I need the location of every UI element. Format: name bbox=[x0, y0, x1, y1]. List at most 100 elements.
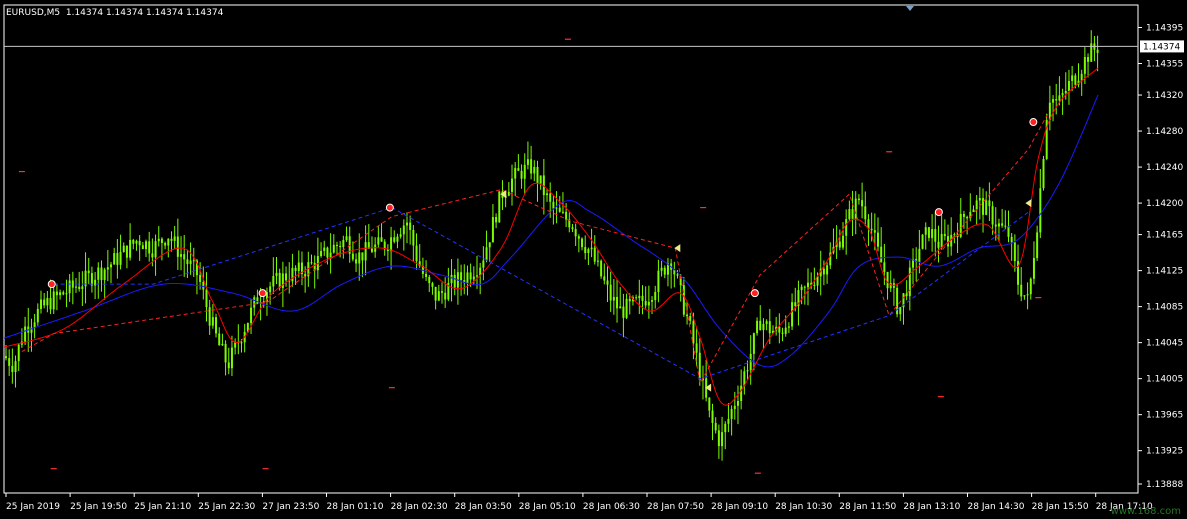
candle-body bbox=[845, 219, 848, 236]
candle-body bbox=[781, 332, 784, 334]
candle-body bbox=[339, 245, 342, 248]
candle-body bbox=[966, 216, 969, 219]
candle-body bbox=[982, 198, 985, 215]
candle-body bbox=[431, 283, 434, 287]
candle-body bbox=[469, 272, 472, 280]
candle-body bbox=[813, 284, 816, 286]
candle-body bbox=[994, 224, 997, 227]
candle-body bbox=[708, 397, 711, 411]
candle-body bbox=[660, 267, 663, 271]
candle-body bbox=[291, 267, 294, 282]
candle-body bbox=[250, 307, 253, 324]
x-tick-label: 25 Jan 2019 bbox=[6, 502, 60, 512]
candle-body bbox=[405, 222, 408, 226]
candle-body bbox=[396, 236, 399, 242]
candlestick-chart[interactable]: 1.14395 1.14355 1.14320 1.14280 1.14240 1.142… bbox=[0, 0, 1187, 519]
candle-body bbox=[167, 238, 170, 246]
candle-body bbox=[332, 244, 335, 253]
candle-body bbox=[514, 168, 517, 179]
candle-body bbox=[36, 308, 39, 323]
candle-body bbox=[619, 306, 622, 309]
candle-body bbox=[55, 291, 58, 296]
candle-body bbox=[355, 259, 358, 264]
candle-body bbox=[488, 242, 491, 248]
candle-body bbox=[145, 241, 148, 250]
candle-body bbox=[17, 344, 20, 362]
candle-body bbox=[180, 254, 183, 257]
candle-body bbox=[71, 280, 74, 288]
x-tick-label: 25 Jan 22:30 bbox=[198, 502, 255, 512]
x-tick-label: 28 Jan 14:30 bbox=[968, 502, 1025, 512]
candle-body bbox=[412, 229, 415, 246]
candle-body bbox=[377, 237, 380, 245]
candle-body bbox=[495, 217, 498, 223]
candle-body bbox=[329, 252, 332, 258]
candle-body bbox=[272, 275, 275, 287]
candle-body bbox=[157, 238, 160, 242]
candle-body bbox=[49, 297, 52, 310]
candle-body bbox=[590, 247, 593, 250]
candle-body bbox=[787, 326, 790, 328]
candle-body bbox=[791, 302, 794, 327]
ma-blue-line bbox=[3, 94, 1099, 368]
chart-area[interactable]: 1.14395 1.14355 1.14320 1.14280 1.14240 1.142… bbox=[0, 0, 1187, 519]
candle-body bbox=[803, 286, 806, 288]
candle-body bbox=[625, 298, 628, 318]
x-tick-label: 28 Jan 13:10 bbox=[903, 502, 960, 512]
candle-body bbox=[78, 286, 81, 289]
candle-body bbox=[227, 362, 230, 369]
candle-body bbox=[393, 237, 396, 242]
candle-body bbox=[138, 240, 141, 246]
candle-body bbox=[253, 297, 256, 308]
candle-body bbox=[609, 284, 612, 301]
candle-body bbox=[676, 274, 679, 276]
candle-body bbox=[870, 228, 873, 231]
sell-signal-marker bbox=[1029, 118, 1038, 127]
candle-body bbox=[39, 299, 42, 309]
y-tick-label: 1.14085 bbox=[1146, 303, 1183, 313]
candle-body bbox=[100, 267, 103, 281]
candle-body bbox=[565, 211, 568, 220]
candle-body bbox=[616, 296, 619, 309]
candle-body bbox=[759, 320, 762, 331]
candle-body bbox=[822, 268, 825, 275]
candle-body bbox=[491, 217, 494, 243]
candle-body bbox=[1052, 99, 1055, 103]
candle-body bbox=[574, 229, 577, 237]
candle-body bbox=[854, 198, 857, 219]
candle-body bbox=[476, 275, 479, 277]
candle-body bbox=[800, 286, 803, 291]
candle-body bbox=[918, 248, 921, 262]
candle-body bbox=[81, 286, 84, 289]
candle-body bbox=[638, 295, 641, 299]
candle-body bbox=[927, 227, 930, 238]
candle-body bbox=[402, 225, 405, 235]
candle-body bbox=[437, 291, 440, 301]
candle-body bbox=[873, 230, 876, 233]
candle-body bbox=[24, 326, 27, 342]
sell-signal-marker bbox=[934, 208, 943, 217]
candle-body bbox=[596, 260, 599, 262]
candle-body bbox=[215, 317, 218, 334]
candle-body bbox=[87, 270, 90, 274]
candle-body bbox=[434, 286, 437, 301]
candle-body bbox=[440, 291, 443, 293]
candle-body bbox=[717, 430, 720, 447]
sell-signal-marker bbox=[47, 280, 56, 289]
candle-body bbox=[97, 267, 100, 280]
candle-body bbox=[536, 166, 539, 184]
x-tick-label: 28 Jan 10:30 bbox=[775, 502, 832, 512]
candle-body bbox=[482, 260, 485, 268]
candle-body bbox=[943, 234, 946, 237]
candle-body bbox=[555, 207, 558, 209]
candle-body bbox=[603, 276, 606, 281]
candle-body bbox=[52, 291, 55, 310]
candle-body bbox=[663, 267, 666, 275]
candle-body bbox=[11, 365, 14, 373]
candle-body bbox=[399, 234, 402, 237]
candle-body bbox=[561, 211, 564, 213]
candle-body bbox=[593, 247, 596, 262]
y-tick-label: 1.13888 bbox=[1146, 480, 1183, 490]
candle-body bbox=[256, 297, 259, 304]
candle-body bbox=[644, 300, 647, 306]
